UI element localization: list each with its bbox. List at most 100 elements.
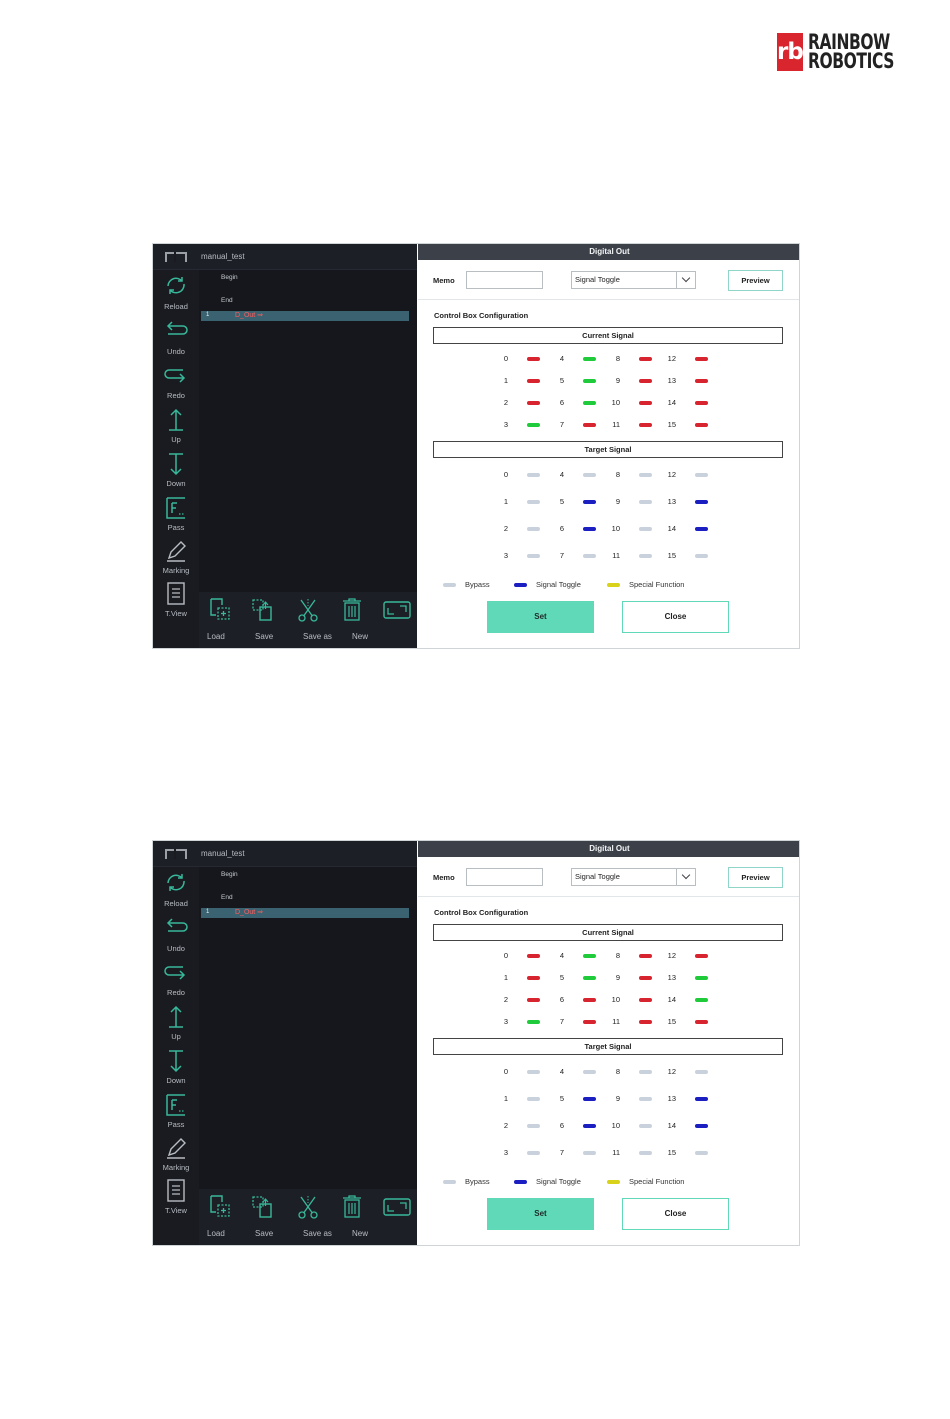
target-signal-5-led[interactable] [583, 1097, 596, 1101]
fullscreen-icon[interactable] [382, 1193, 412, 1221]
target-signal-11-label: 11 [612, 551, 620, 560]
mode-select[interactable]: Signal Toggle [571, 868, 696, 886]
code-line-begin[interactable]: Begin [221, 274, 238, 281]
target-signal-9-led[interactable] [639, 500, 652, 504]
delete-icon[interactable] [339, 1193, 365, 1221]
target-signal-2-led[interactable] [527, 527, 540, 531]
mode-select[interactable]: Signal Toggle [571, 271, 696, 289]
current-signal-6-label: 6 [559, 398, 564, 407]
target-signal-6-led[interactable] [583, 527, 596, 531]
target-signal-13-led[interactable] [695, 500, 708, 504]
save-button[interactable]: Save [255, 1229, 273, 1238]
current-signal-5-led [583, 976, 596, 980]
target-signal-15-led[interactable] [695, 1151, 708, 1155]
target-signal-15-led[interactable] [695, 554, 708, 558]
load-button[interactable]: Load [207, 1229, 225, 1238]
tool-pass[interactable]: Pass [153, 1088, 199, 1132]
close-button[interactable]: Close [622, 601, 729, 633]
save-button[interactable]: Save [255, 632, 273, 641]
target-signal-13-led[interactable] [695, 1097, 708, 1101]
code-line-begin[interactable]: Begin [221, 871, 238, 878]
selected-program-line[interactable] [201, 311, 409, 321]
set-button[interactable]: Set [487, 601, 594, 633]
code-line-end[interactable]: End [221, 894, 233, 901]
target-signal-0-led[interactable] [527, 1070, 540, 1074]
marking-pen-icon [167, 1138, 186, 1159]
tool-undo[interactable]: Undo [153, 912, 199, 956]
target-signal-10-led[interactable] [639, 527, 652, 531]
digital-out-command[interactable]: D_Out ⇒ [235, 908, 263, 916]
target-signal-10-led[interactable] [639, 1124, 652, 1128]
tool-reload[interactable]: Reload [153, 867, 199, 911]
save-as-button[interactable]: Save as [303, 632, 332, 641]
target-signal-7-led[interactable] [583, 554, 596, 558]
current-signal-13-label: 13 [667, 973, 676, 982]
target-signal-2-led[interactable] [527, 1124, 540, 1128]
selected-program-line[interactable] [201, 908, 409, 918]
tool-down[interactable]: Down [153, 1044, 199, 1088]
tool-reload[interactable]: Reload [153, 270, 199, 314]
target-signal-14-led[interactable] [695, 1124, 708, 1128]
code-line-end[interactable]: End [221, 297, 233, 304]
up-arrow-icon [169, 1005, 183, 1028]
target-signal-3-led[interactable] [527, 1151, 540, 1155]
tool-undo[interactable]: Undo [153, 315, 199, 359]
target-signal-6-led[interactable] [583, 1124, 596, 1128]
digital-out-command[interactable]: D_Out ⇒ [235, 311, 263, 319]
new-button[interactable]: New [352, 632, 368, 641]
target-signal-0-led[interactable] [527, 473, 540, 477]
memo-input[interactable] [466, 271, 543, 289]
new-button[interactable]: New [352, 1229, 368, 1238]
target-signal-7-led[interactable] [583, 1151, 596, 1155]
delete-icon[interactable] [339, 596, 365, 624]
close-button[interactable]: Close [622, 1198, 729, 1230]
tool-redo[interactable]: Redo [153, 359, 199, 403]
tool-up[interactable]: Up [153, 403, 199, 447]
target-signal-3-led[interactable] [527, 554, 540, 558]
tool-marking[interactable]: Marking [153, 534, 199, 578]
target-signal-6-label: 6 [559, 524, 564, 533]
load-icon[interactable] [207, 1193, 233, 1221]
target-signal-14-led[interactable] [695, 527, 708, 531]
load-icon[interactable] [207, 596, 233, 624]
target-signal-12-led[interactable] [695, 1070, 708, 1074]
save-as-button[interactable]: Save as [303, 1229, 332, 1238]
tool-down[interactable]: Down [153, 447, 199, 491]
memo-input[interactable] [466, 868, 543, 886]
cut-icon[interactable] [295, 1193, 321, 1221]
cut-icon[interactable] [295, 596, 321, 624]
preview-button[interactable]: Preview [728, 867, 783, 888]
marking-pen-icon [167, 541, 186, 562]
control-box-configuration-title: Control Box Configuration [434, 908, 529, 917]
tool-redo[interactable]: Redo [153, 956, 199, 1000]
target-signal-11-led[interactable] [639, 554, 652, 558]
target-signal-4-led[interactable] [583, 473, 596, 477]
save-icon[interactable] [250, 596, 276, 624]
target-signal-8-led[interactable] [639, 1070, 652, 1074]
pass-icon [166, 1094, 185, 1116]
target-signal-5-led[interactable] [583, 500, 596, 504]
target-signal-8-led[interactable] [639, 473, 652, 477]
tool-up[interactable]: Up [153, 1000, 199, 1044]
tool-t-view[interactable]: T.View [153, 1174, 199, 1218]
target-signal-11-led[interactable] [639, 1151, 652, 1155]
target-signal-1-led[interactable] [527, 500, 540, 504]
tool-label: Up [171, 1032, 181, 1041]
target-signal-1-led[interactable] [527, 1097, 540, 1101]
chevron-down-icon[interactable] [676, 272, 695, 288]
program-tree[interactable]: Begin 1 D_Out ⇒ End [199, 270, 417, 592]
load-button[interactable]: Load [207, 632, 225, 641]
tool-marking[interactable]: Marking [153, 1131, 199, 1175]
program-tree[interactable]: Begin 1 D_Out ⇒ End [199, 867, 417, 1189]
preview-button[interactable]: Preview [728, 270, 783, 291]
save-icon[interactable] [250, 1193, 276, 1221]
set-button[interactable]: Set [487, 1198, 594, 1230]
tool-pass[interactable]: Pass [153, 491, 199, 535]
target-signal-4-led[interactable] [583, 1070, 596, 1074]
fullscreen-icon[interactable] [382, 596, 412, 624]
tool-t-view[interactable]: T.View [153, 577, 199, 621]
target-signal-9-led[interactable] [639, 1097, 652, 1101]
current-signal-2-label: 2 [503, 398, 508, 407]
target-signal-12-led[interactable] [695, 473, 708, 477]
chevron-down-icon[interactable] [676, 869, 695, 885]
